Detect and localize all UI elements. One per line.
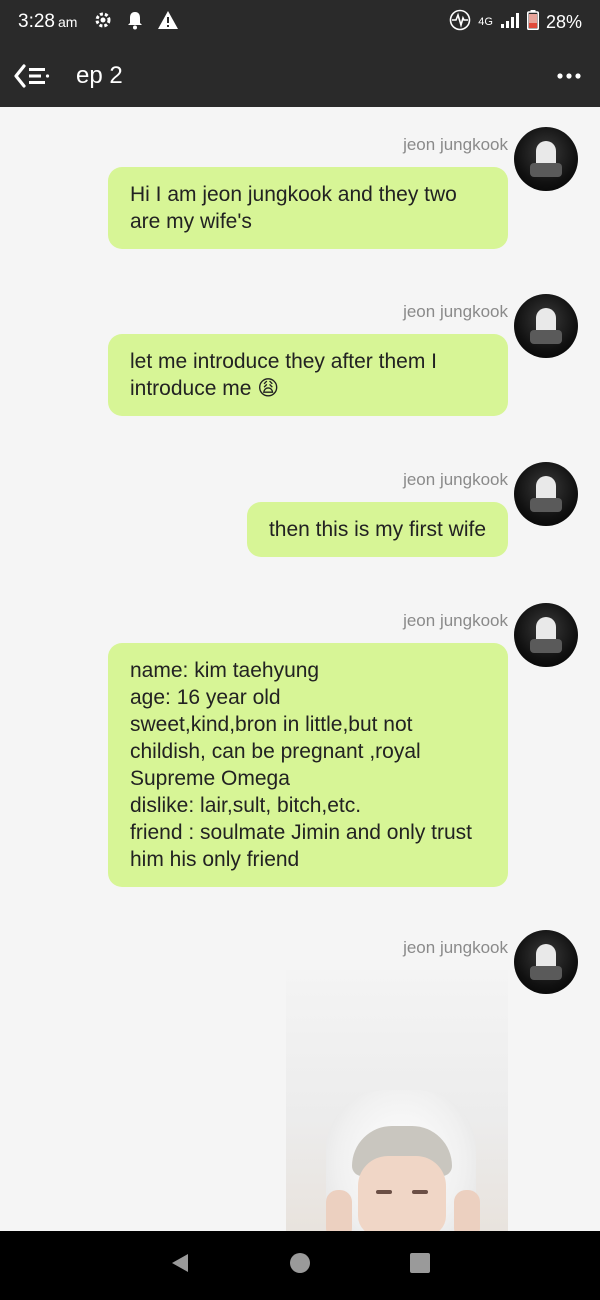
photo-message[interactable] <box>286 970 508 1231</box>
message: jeon jungkook name: kim taehyung age: 16… <box>0 603 600 903</box>
chat-title: ep 2 <box>76 61 123 89</box>
warning-icon <box>157 10 179 35</box>
signal-icon <box>500 12 520 33</box>
status-time: 3:28 <box>18 11 55 32</box>
activity-icon <box>449 9 471 36</box>
sender-name: jeon jungkook <box>403 611 508 630</box>
back-menu-icon[interactable] <box>14 63 50 89</box>
message-bubble[interactable]: name: kim taehyung age: 16 year old swee… <box>108 643 508 887</box>
sender-name: jeon jungkook <box>403 470 508 489</box>
message-bubble[interactable]: Hi I am jeon jungkook and they two are m… <box>108 167 508 249</box>
status-ampm: am <box>57 14 78 30</box>
recents-nav-icon[interactable] <box>408 1251 432 1280</box>
sender-name: jeon jungkook <box>403 302 508 321</box>
avatar[interactable] <box>514 603 578 667</box>
settings-icon <box>93 10 113 35</box>
avatar[interactable] <box>514 294 578 358</box>
message: jeon jungkook then this is my first wife <box>0 462 600 572</box>
message: jeon jungkook let me introduce they afte… <box>0 294 600 424</box>
message: jeon jungkook <box>0 930 600 1231</box>
battery-percent: 28% <box>545 11 582 32</box>
avatar[interactable] <box>514 127 578 191</box>
message-bubble[interactable]: then this is my first wife <box>246 502 508 557</box>
network-type: 4G <box>478 16 493 28</box>
message-bubble[interactable]: let me introduce they after them I intro… <box>108 334 508 416</box>
notification-bell-icon <box>127 10 143 35</box>
chat-area[interactable]: jeon jungkook Hi I am jeon jungkook and … <box>0 107 600 1231</box>
status-bar: 3:28 am 4G 28% <box>0 0 600 44</box>
app-bar: ep 2 <box>0 44 600 107</box>
navigation-bar <box>0 1231 600 1300</box>
avatar[interactable] <box>514 930 578 994</box>
home-nav-icon[interactable] <box>288 1251 312 1280</box>
sender-name: jeon jungkook <box>403 938 508 957</box>
more-options-icon[interactable] <box>556 67 582 85</box>
message: jeon jungkook Hi I am jeon jungkook and … <box>0 127 600 257</box>
battery-icon <box>526 9 539 35</box>
sender-name: jeon jungkook <box>403 135 508 154</box>
back-nav-icon[interactable] <box>168 1251 192 1280</box>
avatar[interactable] <box>514 462 578 526</box>
